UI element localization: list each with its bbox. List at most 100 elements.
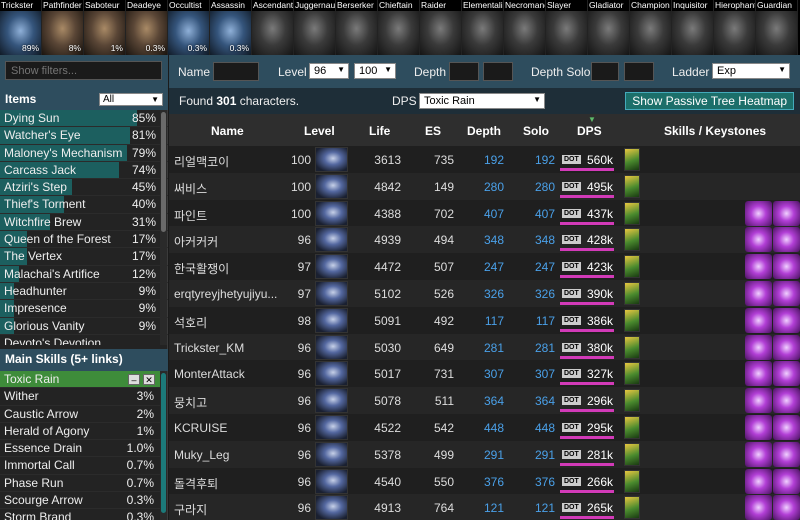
class-filter-berserker[interactable]: Berserker <box>336 0 378 55</box>
item-filter-row[interactable]: Maloney's Mechanism 79% <box>0 144 168 162</box>
skill-negate-button[interactable]: – <box>128 374 140 385</box>
table-row[interactable]: 리얼맥코이 100 3613 735 192 192 DOT 560k <box>169 146 800 173</box>
items-scrollbar[interactable] <box>160 110 167 345</box>
item-filter-row[interactable]: Carcass Jack 74% <box>0 161 168 180</box>
col-name[interactable]: Name <box>211 124 244 138</box>
character-name[interactable]: 한국활쟁이 <box>174 260 289 277</box>
depth-min-input[interactable] <box>449 62 479 81</box>
character-name[interactable]: 써비스 <box>174 180 289 197</box>
heatmap-button[interactable]: Show Passive Tree Heatmap <box>625 92 794 110</box>
scroll-thumb[interactable] <box>161 112 166 232</box>
keystone-icon[interactable] <box>745 441 772 467</box>
class-filter-gladiator[interactable]: Gladiator <box>588 0 630 55</box>
toxic-rain-skill-icon[interactable] <box>624 442 640 466</box>
toxic-rain-skill-icon[interactable] <box>624 282 640 305</box>
keystone-icon[interactable] <box>773 200 800 226</box>
character-name[interactable]: 리얼맥코이 <box>174 153 289 170</box>
item-filter-row[interactable]: Thief's Torment 40% <box>0 196 168 214</box>
toxic-rain-skill-icon[interactable] <box>624 335 640 359</box>
item-filter-row[interactable]: Headhunter 9% <box>0 282 168 301</box>
class-filter-juggernaut[interactable]: Juggernaut <box>294 0 336 55</box>
skill-filter-row[interactable]: Immortal Call 0.7% <box>0 457 160 475</box>
class-filter-hierophant[interactable]: Hierophant <box>714 0 756 55</box>
skill-filter-row[interactable]: Wither 3% <box>0 388 160 406</box>
keystone-icon[interactable] <box>773 495 800 520</box>
skill-remove-button[interactable]: ✕ <box>143 374 155 385</box>
keystone-icon[interactable] <box>745 495 772 520</box>
class-filter-elementalist[interactable]: Elementalist <box>462 0 504 55</box>
keystone-icon[interactable] <box>745 334 772 360</box>
keystone-icon[interactable] <box>745 307 772 333</box>
skill-filter-row[interactable]: Phase Run 0.7% <box>0 475 160 493</box>
depth-solo-min-input[interactable] <box>591 62 619 81</box>
skill-filter-row[interactable]: Herald of Agony 1% <box>0 423 160 441</box>
class-filter-raider[interactable]: Raider <box>420 0 462 55</box>
table-row[interactable]: 한국활쟁이 97 4472 507 247 247 DOT 423k <box>169 253 800 280</box>
character-name[interactable]: erqtyreyjhetyujiyu... <box>174 287 289 301</box>
character-name[interactable]: Muky_Leg <box>174 448 289 462</box>
ladder-select[interactable]: Exp ▼ <box>712 63 790 79</box>
keystone-icon[interactable] <box>773 227 800 253</box>
character-name[interactable]: 석호리 <box>174 314 289 331</box>
depth-solo-max-input[interactable] <box>624 62 654 81</box>
dps-skill-select[interactable]: Toxic Rain ▼ <box>419 93 545 109</box>
level-min-select[interactable]: 96 ▼ <box>309 63 349 79</box>
col-solo[interactable]: Solo <box>523 124 549 138</box>
keystone-icon[interactable] <box>773 334 800 360</box>
item-filter-row[interactable]: Watcher's Eye 81% <box>0 127 168 145</box>
toxic-rain-skill-icon[interactable] <box>624 308 640 332</box>
level-max-select[interactable]: 100 ▼ <box>354 63 396 79</box>
keystone-icon[interactable] <box>745 468 772 494</box>
keystone-icon[interactable] <box>745 200 772 226</box>
toxic-rain-skill-icon[interactable] <box>624 362 640 386</box>
class-filter-chieftain[interactable]: Chieftain <box>378 0 420 55</box>
class-filter-necromancer[interactable]: Necromancer <box>504 0 546 55</box>
class-filter-guardian[interactable]: Guardian <box>756 0 798 55</box>
name-input[interactable] <box>213 62 259 81</box>
class-filter-champion[interactable]: Champion <box>630 0 672 55</box>
table-row[interactable]: MonterAttack 96 5017 731 307 307 DOT 327k <box>169 360 800 388</box>
class-filter-occultist[interactable]: Occultist 0.3% <box>168 0 210 55</box>
character-name[interactable]: 구라지 <box>174 501 289 518</box>
class-filter-ascendant[interactable]: Ascendant <box>252 0 294 55</box>
table-row[interactable]: KCRUISE 96 4522 542 448 448 DOT 295k <box>169 414 800 441</box>
keystone-icon[interactable] <box>773 254 800 280</box>
character-name[interactable]: Trickster_KM <box>174 341 289 355</box>
keystone-icon[interactable] <box>745 227 772 253</box>
keystone-icon[interactable] <box>773 307 800 333</box>
table-row[interactable]: 파인트 100 4388 702 407 407 DOT 437k <box>169 199 800 227</box>
item-filter-row[interactable]: Atziri's Step 45% <box>0 179 168 197</box>
skills-scrollbar[interactable] <box>160 371 167 520</box>
item-filter-row[interactable]: Witchfire Brew 31% <box>0 213 168 232</box>
item-filter-row[interactable]: Dying Sun 85% <box>0 110 168 128</box>
depth-max-input[interactable] <box>483 62 513 81</box>
class-filter-assassin[interactable]: Assassin 0.3% <box>210 0 252 55</box>
table-row[interactable]: Muky_Leg 96 5378 499 291 291 DOT 281k <box>169 440 800 468</box>
keystone-icon[interactable] <box>745 361 772 387</box>
table-row[interactable]: 구라지 96 4913 764 121 121 DOT 265k <box>169 494 800 520</box>
keystone-icon[interactable] <box>773 468 800 494</box>
table-row[interactable]: 돌격후퇴 96 4540 550 376 376 DOT 266k <box>169 467 800 495</box>
character-name[interactable]: KCRUISE <box>174 421 289 435</box>
skill-filter-row[interactable]: Scourge Arrow 0.3% <box>0 492 160 510</box>
item-filter-row[interactable]: Glorious Vanity 9% <box>0 317 168 335</box>
class-filter-slayer[interactable]: Slayer <box>546 0 588 55</box>
col-level[interactable]: Level <box>304 124 335 138</box>
class-filter-deadeye[interactable]: Deadeye 0.3% <box>126 0 168 55</box>
character-name[interactable]: 아커커커 <box>174 233 289 250</box>
class-filter-saboteur[interactable]: Saboteur 1% <box>84 0 126 55</box>
keystone-icon[interactable] <box>745 388 772 414</box>
toxic-rain-skill-icon[interactable] <box>624 255 640 279</box>
class-filter-pathfinder[interactable]: Pathfinder 8% <box>42 0 84 55</box>
item-filter-row[interactable]: Impresence 9% <box>0 300 168 318</box>
item-filter-row[interactable]: The Vertex 17% <box>0 248 168 266</box>
toxic-rain-skill-icon[interactable] <box>624 469 640 493</box>
keystone-icon[interactable] <box>745 254 772 280</box>
keystone-icon[interactable] <box>773 441 800 467</box>
keystone-icon[interactable] <box>773 415 800 440</box>
table-row[interactable]: erqtyreyjhetyujiyu... 97 5102 526 326 326 DOT 3… <box>169 280 800 307</box>
keystone-icon[interactable] <box>773 281 800 306</box>
toxic-rain-skill-icon[interactable] <box>624 174 640 198</box>
filter-search-input[interactable] <box>5 61 162 80</box>
keystone-icon[interactable] <box>773 361 800 387</box>
